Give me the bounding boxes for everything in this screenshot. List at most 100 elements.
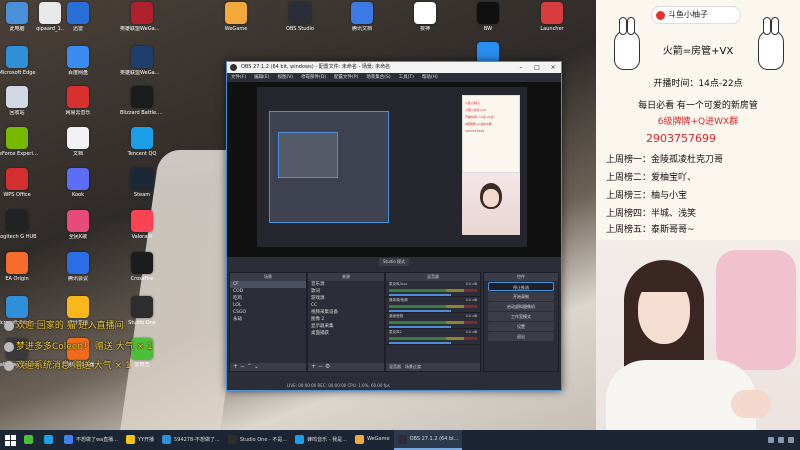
scene-item[interactable]: CF (230, 281, 306, 288)
source-item[interactable]: 歌词 (308, 288, 384, 295)
taskbar-app[interactable] (20, 430, 40, 450)
app-icon (541, 2, 563, 24)
webcam-bangs (636, 266, 692, 292)
obs-control-button[interactable]: 开始录制 (488, 292, 554, 301)
obs-control-button[interactable]: 设置 (488, 322, 554, 331)
app-icon (225, 2, 247, 24)
app-icon (67, 168, 89, 190)
overlay-rank1: 上周榜一：金陵孤凌杜克刀哥 (606, 155, 724, 165)
scene-item[interactable]: LOL (230, 302, 306, 309)
tab-mixer[interactable]: 混音器 (389, 364, 401, 369)
desktop-icon[interactable]: 迅雷 (56, 2, 100, 50)
obs-control-button[interactable]: 启动虚拟摄像机 (488, 302, 554, 311)
app-icon (6, 86, 28, 108)
source-item[interactable]: 音乐源 (308, 281, 384, 288)
taskbar-app[interactable]: 594278-不想做了... (158, 430, 224, 450)
add-scene-icon[interactable]: + (233, 363, 238, 370)
mixer-channel-label: 媒体源/音频 (389, 298, 408, 302)
desktop-icon[interactable]: 腾讯会议 (56, 252, 100, 300)
app-icon (6, 252, 28, 274)
taskbar-app[interactable]: OBS 27.1.2 (64 bi... (393, 430, 463, 450)
desktop-icon[interactable]: 全民K歌 (56, 210, 100, 258)
close-icon[interactable]: × (545, 62, 561, 73)
desktop-icon[interactable]: CrossFire (120, 252, 164, 300)
desktop-icon[interactable]: 夜神 (403, 2, 447, 50)
source-item[interactable]: 视频采集设备 (308, 309, 384, 316)
desktop-icon-label: Kook (71, 192, 85, 198)
source-item[interactable]: 显示器采集 (308, 323, 384, 330)
controls-list: 停止推流 开始录制 启动虚拟摄像机 工作室模式 设置 退出 (484, 282, 558, 341)
mixer-channel: 媒体源/音频 0.0 dB (386, 297, 480, 313)
source-item[interactable]: 桌面捕获 (308, 330, 384, 337)
move-down-icon[interactable]: ⌄ (254, 363, 259, 370)
obs-menu-item[interactable]: 文件(F) (231, 73, 246, 82)
taskbar-app[interactable]: Studio One - 不是... (224, 430, 291, 450)
taskbar-app[interactable]: 蜂鸣音乐 - 我是... (291, 430, 351, 450)
mixer-channel: 麦克风/Aux 0.0 dB (386, 281, 480, 297)
tray-network-icon[interactable] (768, 437, 774, 443)
system-tray (768, 437, 800, 443)
move-up-icon[interactable]: ⌃ (247, 363, 252, 370)
source-item[interactable]: 图像 2 (308, 316, 384, 323)
obs-menu-item[interactable]: 场景集合(S) (366, 73, 390, 82)
scene-item[interactable]: CSGO (230, 309, 306, 316)
desktop-icon-label: 网易云音乐 (65, 110, 91, 116)
remove-source-icon[interactable]: − (318, 363, 323, 370)
desktop-icon[interactable]: Studio One (120, 296, 164, 344)
source-settings-icon[interactable]: ⚙ (325, 363, 330, 370)
desktop-icon[interactable]: Launcher (530, 2, 574, 50)
taskbar-app[interactable]: YY开播 (122, 430, 158, 450)
obs-window[interactable]: OBS 27.1.2 (64 bit, windows) - 配置文件: 未命名… (226, 61, 562, 391)
preview-screen: 斗鱼小柚子 火箭=房管+VX 开播时间: 14点-22点 6级牌牌+Q进WX群 2903… (257, 87, 527, 247)
volume-slider[interactable] (389, 294, 451, 296)
obs-menu-item[interactable]: 配置文件(P) (334, 73, 358, 82)
obs-menu-item[interactable]: 编辑(E) (254, 73, 269, 82)
weibo-badge: 斗鱼小柚子 (651, 6, 741, 24)
scene-item[interactable]: 吃鸡 (230, 295, 306, 302)
app-icon (6, 210, 28, 232)
obs-menu-item[interactable]: 工具(T) (399, 73, 414, 82)
preview-webcam-face (483, 189, 499, 207)
controls-header: 控件 (484, 273, 558, 281)
obs-preview[interactable]: 斗鱼小柚子 火箭=房管+VX 开播时间: 14点-22点 6级牌牌+Q进WX群 2903… (227, 82, 561, 257)
obs-control-button[interactable]: 工作室模式 (488, 312, 554, 321)
desktop-icon[interactable]: WPS Office (0, 168, 39, 216)
volume-slider[interactable] (389, 342, 451, 344)
desktop-icon[interactable]: Logitech G HUB (0, 210, 39, 258)
obs-menu-item[interactable]: 帮助(H) (422, 73, 438, 82)
minimize-icon[interactable]: – (513, 62, 529, 73)
scene-item[interactable]: COD (230, 288, 306, 295)
desktop-icon[interactable]: Kook (56, 168, 100, 216)
desktop-icon[interactable]: 英雄联盟WeGame版 (120, 2, 164, 50)
overlay-rank2: 上周榜二：爱柚宝吖、 (606, 173, 697, 183)
desktop-icon[interactable]: EA Origin (0, 252, 39, 300)
tab-transitions[interactable]: 场景过渡 (405, 364, 421, 369)
obs-control-button[interactable]: 停止推流 (488, 282, 554, 291)
desktop-icon[interactable]: OBS Studio (278, 2, 322, 50)
desktop-icon[interactable]: WeGame (214, 2, 258, 50)
start-button[interactable] (0, 430, 20, 450)
obs-control-button[interactable]: 退出 (488, 332, 554, 341)
desktop-icon[interactable]: 腾讯文档 (340, 2, 384, 50)
mixer-channel-name: 麦克风/Aux 0.0 dB (389, 282, 477, 287)
scene-item[interactable]: 永劫 (230, 316, 306, 323)
taskbar-app[interactable]: WeGame (351, 430, 394, 450)
maximize-icon[interactable]: □ (529, 62, 545, 73)
add-source-icon[interactable]: + (311, 363, 316, 370)
obs-menu-item[interactable]: 停靠部件(D) (301, 73, 326, 82)
taskbar-app[interactable]: 不想做了wa直播... (60, 430, 122, 450)
tray-ime-icon[interactable] (788, 437, 794, 443)
studio-mode-button[interactable]: Studio 模式 (378, 258, 409, 266)
source-item[interactable]: CC (308, 302, 384, 309)
obs-titlebar[interactable]: OBS 27.1.2 (64 bit, windows) - 配置文件: 未命名… (227, 62, 561, 73)
tray-volume-icon[interactable] (778, 437, 784, 443)
desktop-icon[interactable]: Valorant (120, 210, 164, 258)
stream-info-overlay: 斗鱼小柚子 火箭=房管+VX 开播时间：14点-22点 每日必看 有一个可爱的新… (596, 0, 800, 240)
volume-slider[interactable] (389, 310, 451, 312)
obs-menu-item[interactable]: 视图(V) (277, 73, 293, 82)
taskbar-app[interactable] (40, 430, 60, 450)
desktop-icon[interactable]: Steam (120, 168, 164, 216)
remove-scene-icon[interactable]: − (240, 363, 245, 370)
source-item[interactable]: 游戏源 (308, 295, 384, 302)
volume-slider[interactable] (389, 326, 451, 328)
